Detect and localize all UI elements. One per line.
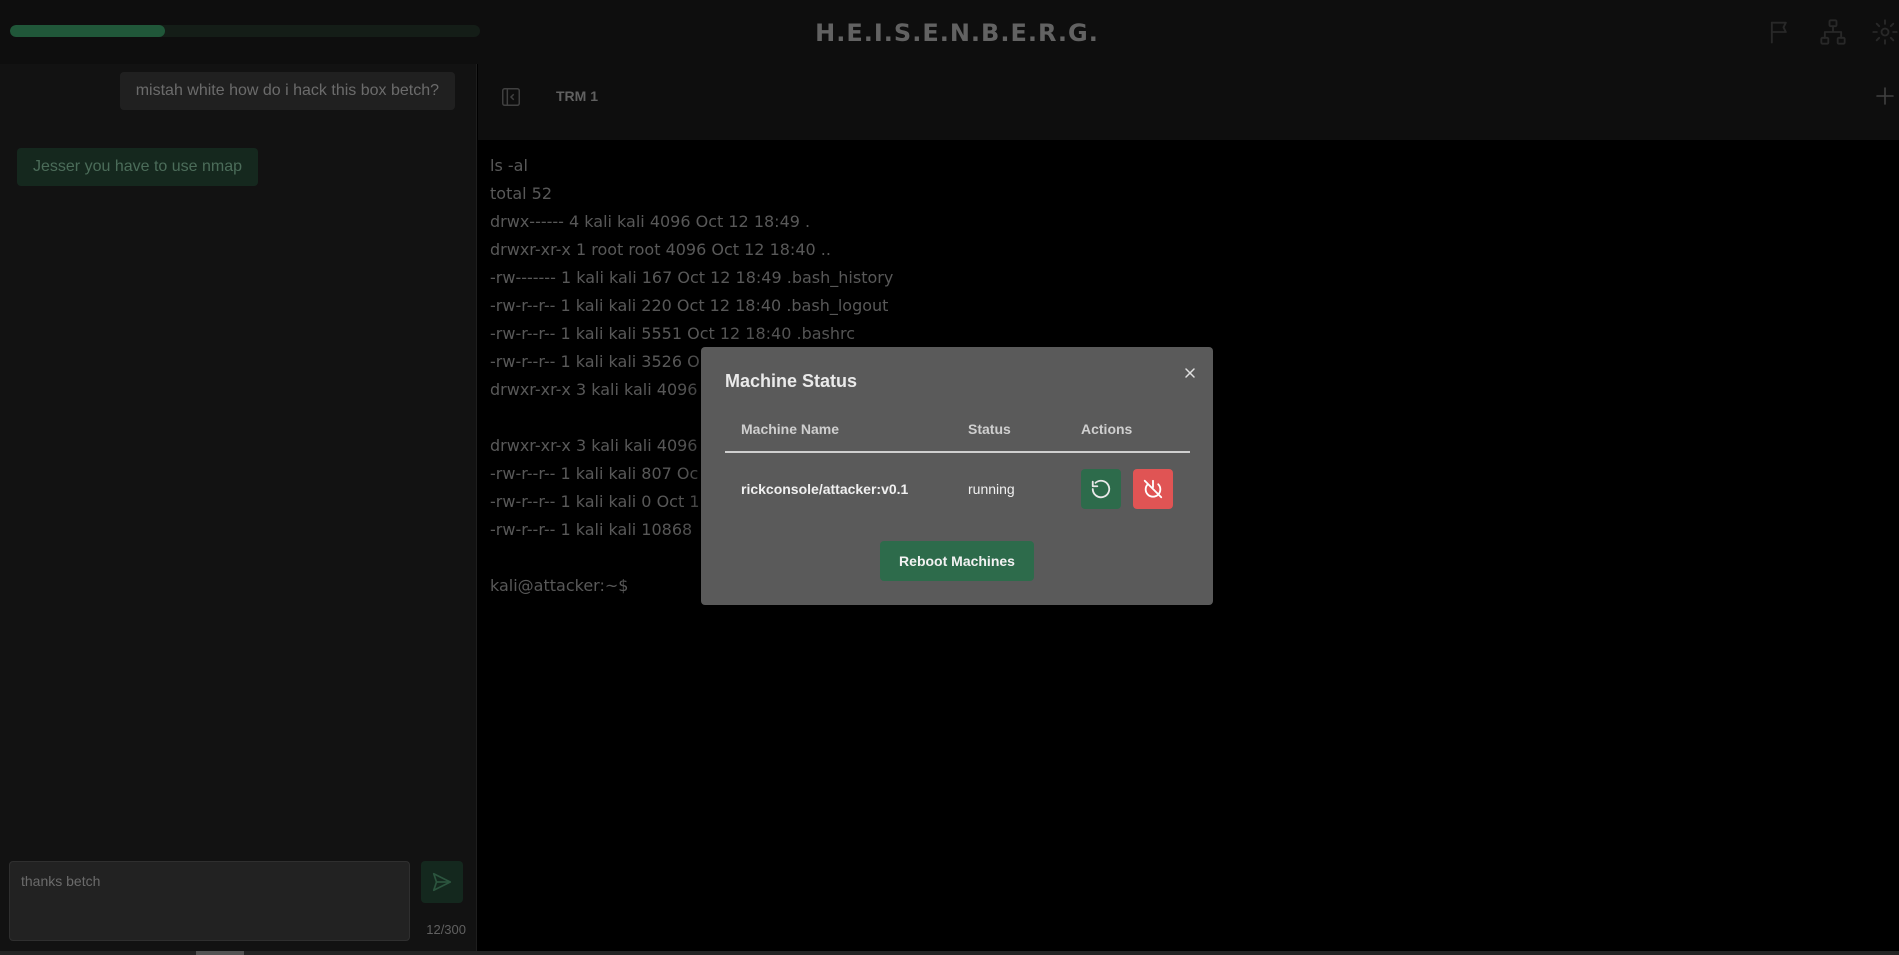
restart-machine-button[interactable] <box>1081 469 1121 509</box>
machine-status-modal: Machine Status Machine Name Status Actio… <box>701 347 1213 605</box>
machine-status-cell: running <box>968 481 1015 497</box>
column-header-actions: Actions <box>1081 421 1133 437</box>
power-off-icon <box>1143 479 1163 499</box>
stop-machine-button[interactable] <box>1133 469 1173 509</box>
close-button[interactable] <box>1181 364 1199 382</box>
column-header-machine-name: Machine Name <box>741 421 840 437</box>
machine-name-cell: rickconsole/attacker:v0.1 <box>741 481 909 497</box>
column-header-status: Status <box>968 421 1011 437</box>
close-icon <box>1185 368 1195 378</box>
restart-icon <box>1091 479 1111 499</box>
modal-title: Machine Status <box>725 371 858 391</box>
table-header-divider <box>725 451 1190 453</box>
reboot-machines-button[interactable]: Reboot Machines <box>880 541 1034 581</box>
